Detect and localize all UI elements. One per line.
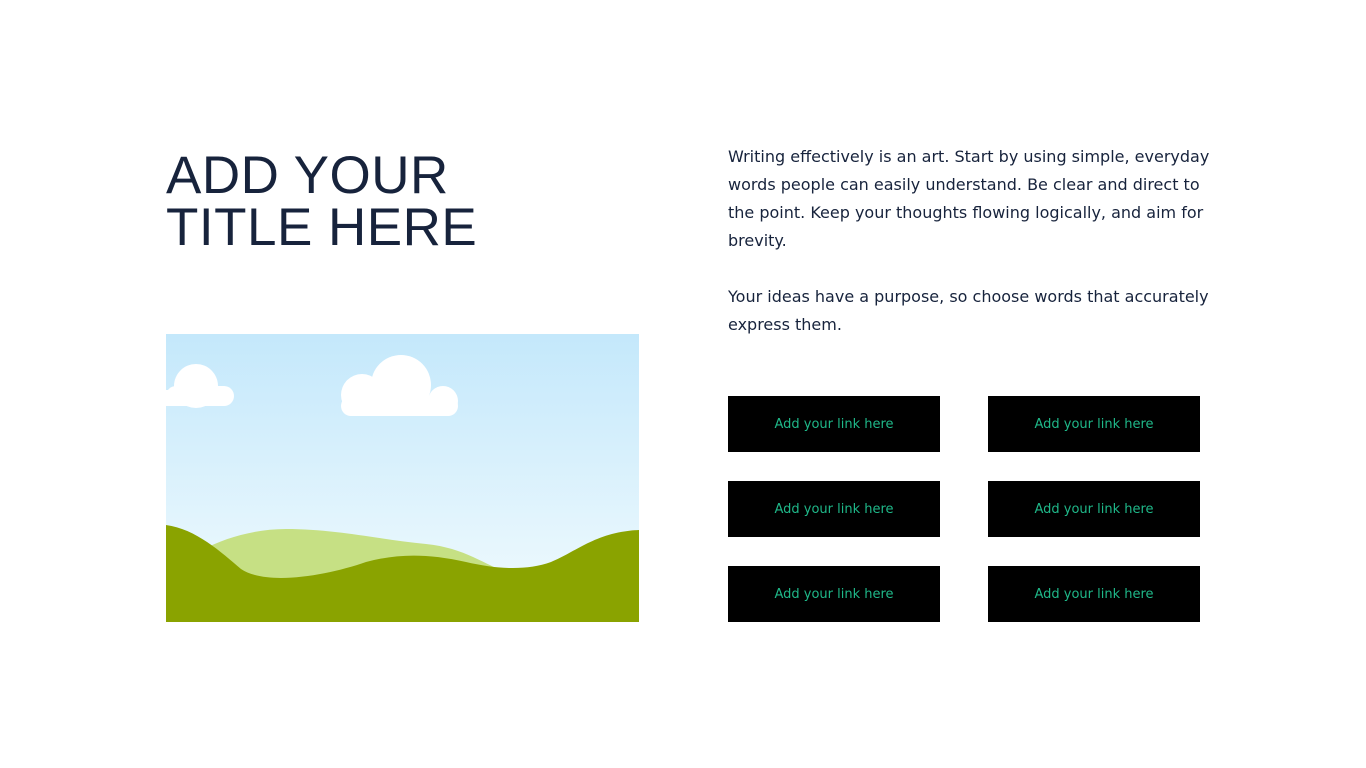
title-line-1: ADD YOUR	[166, 146, 449, 205]
landscape-illustration	[166, 334, 639, 622]
body-text: Writing effectively is an art. Start by …	[728, 143, 1218, 367]
link-button-5[interactable]: Add your link here	[728, 566, 940, 622]
title-line-2: TITLE HERE	[166, 198, 478, 257]
link-button-3[interactable]: Add your link here	[728, 481, 940, 537]
link-button-4[interactable]: Add your link here	[988, 481, 1200, 537]
link-button-6[interactable]: Add your link here	[988, 566, 1200, 622]
paragraph-2: Your ideas have a purpose, so choose wor…	[728, 287, 1209, 334]
slide: ADD YOUR TITLE HERE Writing effectively …	[0, 0, 1366, 768]
paragraph-1: Writing effectively is an art. Start by …	[728, 147, 1210, 250]
link-button-2[interactable]: Add your link here	[988, 396, 1200, 452]
link-button-1[interactable]: Add your link here	[728, 396, 940, 452]
slide-title: ADD YOUR TITLE HERE	[166, 146, 478, 257]
